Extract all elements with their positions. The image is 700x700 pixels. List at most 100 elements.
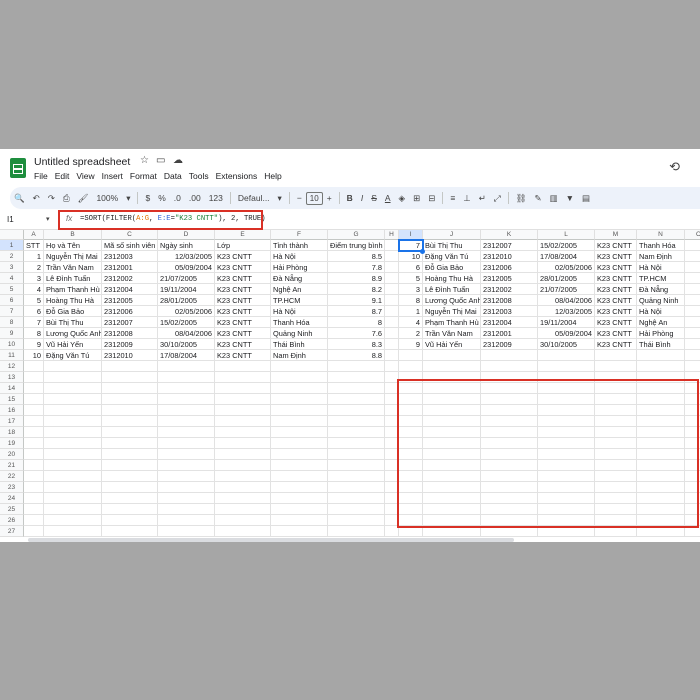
data-cell[interactable]: 8.8: [328, 350, 385, 361]
cell[interactable]: [271, 460, 328, 471]
row-header-12[interactable]: 12: [0, 361, 24, 372]
cell[interactable]: [158, 394, 215, 405]
cell[interactable]: [44, 515, 102, 526]
result-cell[interactable]: 8: [399, 295, 423, 306]
result-cell[interactable]: Lê Đình Tuấn: [423, 284, 481, 295]
row-header-20[interactable]: 20: [0, 449, 24, 460]
result-cell[interactable]: K23 CNTT: [595, 284, 637, 295]
row-header-27[interactable]: 27: [0, 526, 24, 537]
header-cell[interactable]: Lớp: [215, 240, 271, 251]
cell[interactable]: [328, 515, 385, 526]
cell[interactable]: [423, 361, 481, 372]
cell[interactable]: [385, 339, 399, 350]
data-cell[interactable]: Vũ Hải Yến: [44, 339, 102, 350]
cell[interactable]: [102, 383, 158, 394]
data-cell[interactable]: K23 CNTT: [215, 273, 271, 284]
cell[interactable]: [44, 372, 102, 383]
format-percent-button[interactable]: %: [154, 193, 170, 203]
row-header-21[interactable]: 21: [0, 460, 24, 471]
data-cell[interactable]: Nguyễn Thị Mai: [44, 251, 102, 262]
cell[interactable]: [328, 438, 385, 449]
cell[interactable]: [328, 449, 385, 460]
row-header-26[interactable]: 26: [0, 515, 24, 526]
column-header-k[interactable]: K: [481, 230, 538, 240]
cell[interactable]: [385, 317, 399, 328]
cell[interactable]: [271, 416, 328, 427]
result-cell[interactable]: 30/10/2005: [538, 339, 595, 350]
cell[interactable]: [215, 427, 271, 438]
decrease-font-size-icon[interactable]: −: [293, 193, 306, 203]
result-cell[interactable]: Nghệ An: [637, 317, 685, 328]
undo-icon[interactable]: ↶: [29, 193, 44, 204]
column-header-n[interactable]: N: [637, 230, 685, 240]
cell[interactable]: [24, 361, 44, 372]
result-cell[interactable]: 21/07/2005: [538, 284, 595, 295]
move-folder-icon[interactable]: ▭: [156, 155, 165, 166]
column-header-l[interactable]: L: [538, 230, 595, 240]
cell[interactable]: [481, 361, 538, 372]
paint-format-icon[interactable]: 🖌: [74, 193, 93, 204]
cell[interactable]: [44, 405, 102, 416]
increase-decimal-button[interactable]: .00: [185, 193, 205, 203]
result-cell[interactable]: 2312008: [481, 295, 538, 306]
insert-chart-icon[interactable]: ▥: [546, 193, 562, 204]
column-header-e[interactable]: E: [215, 230, 271, 240]
data-cell[interactable]: Trần Văn Nam: [44, 262, 102, 273]
cell[interactable]: [158, 460, 215, 471]
data-cell[interactable]: 15/02/2005: [158, 317, 215, 328]
row-header-24[interactable]: 24: [0, 493, 24, 504]
column-header-c[interactable]: C: [102, 230, 158, 240]
result-cell[interactable]: Hải Phòng: [637, 328, 685, 339]
result-cell[interactable]: 2312007: [481, 240, 538, 251]
result-cell[interactable]: Hoàng Thu Hà: [423, 273, 481, 284]
cell[interactable]: [44, 504, 102, 515]
cell[interactable]: [271, 405, 328, 416]
header-cell[interactable]: Tỉnh thành: [271, 240, 328, 251]
horizontal-align-icon[interactable]: ≡: [446, 193, 459, 203]
cell[interactable]: [215, 372, 271, 383]
cell[interactable]: [637, 350, 685, 361]
result-cell[interactable]: Đà Nẵng: [637, 284, 685, 295]
result-cell[interactable]: 4: [399, 317, 423, 328]
cell[interactable]: [102, 361, 158, 372]
cell[interactable]: [158, 383, 215, 394]
data-cell[interactable]: 2312005: [102, 295, 158, 306]
result-cell[interactable]: Thái Bình: [637, 339, 685, 350]
cell[interactable]: [158, 372, 215, 383]
data-cell[interactable]: 9: [24, 339, 44, 350]
result-cell[interactable]: TP.HCM: [637, 273, 685, 284]
cell[interactable]: [271, 449, 328, 460]
cell[interactable]: [271, 383, 328, 394]
menu-format[interactable]: Format: [130, 171, 157, 181]
row-header-25[interactable]: 25: [0, 504, 24, 515]
more-formats-button[interactable]: 123: [205, 193, 227, 203]
cell[interactable]: [24, 416, 44, 427]
document-title[interactable]: Untitled spreadsheet: [34, 156, 130, 168]
filter-icon[interactable]: ▼: [562, 193, 578, 203]
filter-views-icon[interactable]: ▤: [578, 193, 594, 204]
cell[interactable]: [215, 482, 271, 493]
data-cell[interactable]: 9.1: [328, 295, 385, 306]
cell[interactable]: [215, 471, 271, 482]
result-cell[interactable]: 2312009: [481, 339, 538, 350]
column-header-o[interactable]: O: [685, 230, 700, 240]
result-cell[interactable]: K23 CNTT: [595, 306, 637, 317]
cell[interactable]: [637, 361, 685, 372]
result-cell[interactable]: 28/01/2005: [538, 273, 595, 284]
data-cell[interactable]: K23 CNTT: [215, 350, 271, 361]
data-cell[interactable]: 8.3: [328, 339, 385, 350]
result-cell[interactable]: 8.8: [685, 251, 700, 262]
bold-icon[interactable]: B: [343, 193, 357, 203]
data-cell[interactable]: 5: [24, 295, 44, 306]
cell[interactable]: [158, 449, 215, 460]
cell[interactable]: [102, 504, 158, 515]
cell[interactable]: [215, 515, 271, 526]
data-cell[interactable]: 19/11/2004: [158, 284, 215, 295]
row-header-22[interactable]: 22: [0, 471, 24, 482]
font-select[interactable]: Defaul...: [234, 193, 274, 203]
fill-handle[interactable]: [420, 249, 425, 254]
text-rotation-icon[interactable]: ⤢: [490, 193, 505, 204]
cell[interactable]: [595, 361, 637, 372]
result-cell[interactable]: Đặng Văn Tú: [423, 251, 481, 262]
cell[interactable]: [685, 350, 700, 361]
